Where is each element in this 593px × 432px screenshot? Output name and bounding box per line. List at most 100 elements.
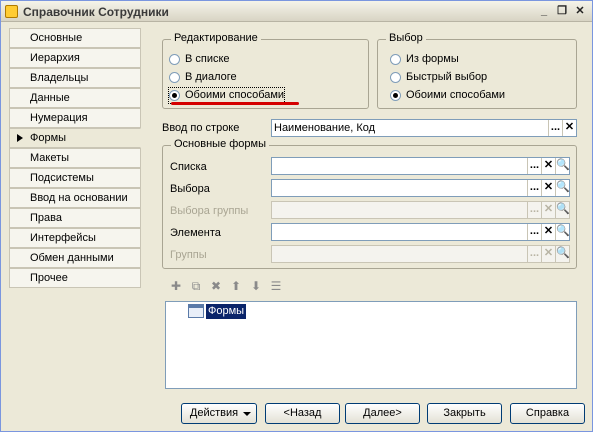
radio-button[interactable] [169,72,180,83]
form-label-group-choice: Выбора группы [170,205,249,217]
restore-button[interactable]: ❐ [554,4,570,18]
group-choice-form-input [274,203,514,217]
radio-button[interactable] [169,54,180,65]
title-bar: Справочник Сотрудники _ ❐ ✕ [1,1,592,22]
dialog-window: Справочник Сотрудники _ ❐ ✕ Основные Иер… [0,0,593,432]
back-button[interactable]: <Назад [265,403,340,424]
tree-node-forms[interactable]: Формы [206,304,247,319]
radio-label: Быстрый выбор [406,71,488,83]
sidebar-item-label: Права [30,212,62,224]
sidebar-item-label: Данные [30,92,70,104]
radio-label: Из формы [406,53,459,65]
minimize-button[interactable]: _ [536,4,552,18]
form-label-choice: Выбора [170,183,210,195]
search-icon: 🔍 [555,246,570,262]
sidebar-nav: Основные Иерархия Владельцы Данные Нумер… [9,28,141,288]
sidebar-item-label: Макеты [30,152,70,164]
choice-form-input[interactable] [274,181,514,195]
sidebar-item-osnovnye[interactable]: Основные [9,28,141,48]
clear-icon: ✕ [541,202,555,218]
sidebar-item-label: Формы [30,132,67,144]
sidebar-item-dannye[interactable]: Данные [9,88,141,108]
editing-group-title: Редактирование [171,32,261,44]
sidebar-item-label: Обмен данными [30,252,114,264]
app-icon [5,5,18,18]
main-forms-group-title: Основные формы [171,138,270,150]
group-choice-form-field: ... ✕ 🔍 [271,201,570,219]
select-button[interactable]: ... [527,180,541,196]
clear-icon[interactable]: ✕ [541,224,555,240]
sidebar-item-label: Владельцы [30,72,89,84]
red-highlight-underline [171,102,299,105]
sort-icon[interactable]: ☰ [267,277,285,295]
search-icon[interactable]: 🔍 [555,224,570,240]
radio-button[interactable] [390,72,401,83]
sidebar-item-label: Основные [30,32,83,44]
sidebar-item-label: Ввод на основании [30,192,128,204]
sidebar-item-label: Нумерация [30,112,88,124]
copy-icon[interactable]: ⧉ [187,277,205,295]
form-label-list: Списка [170,161,207,173]
sidebar-item-label: Интерфейсы [30,232,96,244]
move-up-icon[interactable]: ⬆ [227,277,245,295]
sidebar-item-makety[interactable]: Макеты [9,148,141,168]
close-window-button[interactable]: ✕ [572,4,588,18]
forms-tree[interactable]: Формы [165,301,577,389]
search-icon: 🔍 [555,202,570,218]
sidebar-item-formy[interactable]: Формы [9,128,141,148]
sidebar-item-label: Подсистемы [30,172,94,184]
sidebar-item-vladeltsy[interactable]: Владельцы [9,68,141,88]
form-label-element: Элемента [170,227,221,239]
sidebar-item-prochee[interactable]: Прочее [9,268,141,288]
group-form-input [274,247,514,261]
form-label-group: Группы [170,249,207,261]
element-form-field[interactable]: ... ✕ 🔍 [271,223,570,241]
input-by-string-label: Ввод по строке [162,122,240,134]
next-button[interactable]: Далее> [345,403,420,424]
select-button[interactable]: ... [527,224,541,240]
sidebar-item-obmen-dannymi[interactable]: Обмен данными [9,248,141,268]
clear-icon[interactable]: ✕ [541,158,555,174]
input-by-string-field[interactable]: ... ✕ [271,119,577,137]
close-button[interactable]: Закрыть [427,403,502,424]
actions-label: Действия [189,407,239,419]
sidebar-item-interfeysy[interactable]: Интерфейсы [9,228,141,248]
sidebar-item-label: Прочее [30,272,68,284]
clear-icon[interactable]: ✕ [541,180,555,196]
radio-button[interactable] [390,54,401,65]
search-icon[interactable]: 🔍 [555,180,570,196]
list-form-field[interactable]: ... ✕ 🔍 [271,157,570,175]
clear-icon[interactable]: ✕ [562,120,576,136]
radio-label: В списке [185,53,230,65]
select-button: ... [527,202,541,218]
chevron-down-icon [243,412,251,416]
input-by-string-input[interactable] [274,121,514,135]
move-down-icon[interactable]: ⬇ [247,277,265,295]
sidebar-item-vvod-na-osnovanii[interactable]: Ввод на основании [9,188,141,208]
radio-label: В диалоге [185,71,237,83]
sidebar-item-numeratsiya[interactable]: Нумерация [9,108,141,128]
select-button: ... [527,246,541,262]
delete-icon[interactable]: ✖ [207,277,225,295]
add-icon[interactable]: ✚ [167,277,185,295]
sidebar-item-label: Иерархия [30,52,80,64]
clear-icon: ✕ [541,246,555,262]
group-form-field: ... ✕ 🔍 [271,245,570,263]
sidebar-item-ierarkhiya[interactable]: Иерархия [9,48,141,68]
window-title: Справочник Сотрудники [23,5,169,19]
radio-label: Обоими способами [406,89,506,101]
radio-button-selected[interactable] [390,90,401,101]
search-icon[interactable]: 🔍 [555,158,570,174]
list-form-input[interactable] [274,159,514,173]
selection-group-title: Выбор [386,32,426,44]
actions-button[interactable]: Действия [181,403,257,424]
help-button[interactable]: Справка [510,403,585,424]
select-button[interactable]: ... [527,158,541,174]
form-icon [188,304,204,318]
element-form-input[interactable] [274,225,514,239]
sidebar-item-podsistemy[interactable]: Подсистемы [9,168,141,188]
active-arrow-icon [17,134,23,142]
choice-form-field[interactable]: ... ✕ 🔍 [271,179,570,197]
sidebar-item-prava[interactable]: Права [9,208,141,228]
select-button[interactable]: ... [548,120,562,136]
